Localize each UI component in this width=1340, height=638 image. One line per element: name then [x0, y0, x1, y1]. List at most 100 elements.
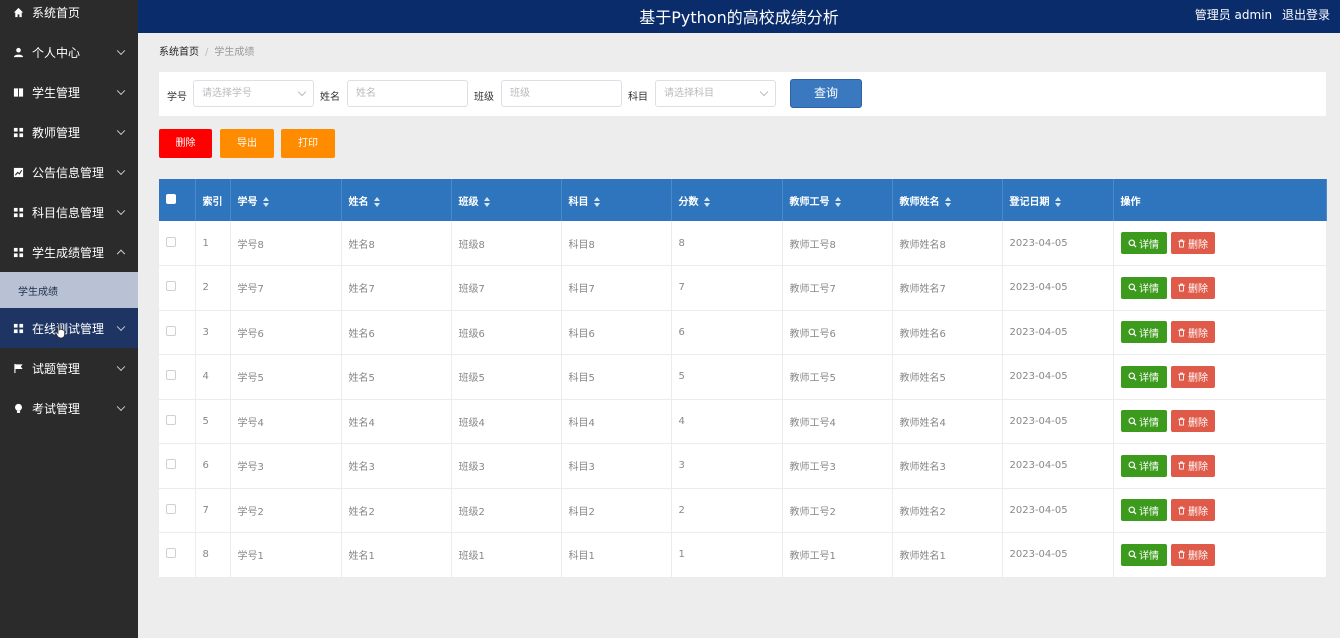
column-header[interactable]: 姓名	[341, 179, 452, 221]
grid-icon	[12, 322, 24, 334]
breadcrumb-home[interactable]: 系统首页	[159, 47, 199, 58]
column-header[interactable]: 教师姓名	[892, 179, 1003, 221]
table-cell: 2023-04-05	[1002, 399, 1114, 444]
row-select-cell[interactable]	[159, 354, 196, 400]
row-checkbox[interactable]	[166, 414, 176, 425]
delete-label: 删除	[1188, 284, 1208, 296]
logout-link[interactable]: 退出登录	[1282, 8, 1330, 22]
delete-button[interactable]: 删除	[159, 129, 212, 158]
trash-icon	[1178, 239, 1185, 248]
column-header[interactable]: 班级	[451, 179, 562, 221]
table-cell: 班级1	[451, 532, 562, 578]
sort-icon[interactable]	[944, 196, 952, 207]
table-cell: 教师姓名1	[892, 532, 1003, 578]
row-select-cell[interactable]	[159, 488, 196, 533]
delete-label: 删除	[1188, 328, 1208, 340]
table-row: 6 学号3 姓名3 班级3 科目3 3 教师工号3 教师姓名3 2023-04-05 详情 删除	[159, 443, 1327, 489]
query-button[interactable]: 查询	[790, 79, 862, 108]
row-select-cell[interactable]	[159, 399, 196, 444]
sort-icon[interactable]	[373, 196, 381, 207]
menu-item-questions[interactable]: 试题管理	[0, 348, 138, 388]
table-cell: 科目5	[561, 354, 672, 400]
row-checkbox[interactable]	[166, 370, 176, 381]
sort-icon[interactable]	[593, 196, 601, 207]
select-all-cell[interactable]	[159, 179, 196, 221]
sort-icon[interactable]	[834, 196, 842, 207]
student-id-select[interactable]: 请选择学号	[193, 80, 314, 107]
name-input[interactable]: 姓名	[347, 80, 468, 107]
user-name: 管理员 admin	[1194, 8, 1273, 22]
table-cell: 教师工号6	[782, 310, 893, 355]
row-select-cell[interactable]	[159, 310, 196, 355]
search-icon	[1128, 417, 1137, 426]
row-delete-button[interactable]: 删除	[1170, 232, 1215, 254]
menu-item-home[interactable]: 系统首页	[0, 0, 138, 24]
row-delete-button[interactable]: 删除	[1170, 454, 1215, 477]
row-select-cell[interactable]	[159, 221, 196, 266]
row-checkbox[interactable]	[166, 236, 176, 247]
row-delete-button[interactable]: 删除	[1170, 321, 1215, 344]
detail-button[interactable]: 详情	[1120, 365, 1167, 388]
sort-icon[interactable]	[262, 196, 270, 207]
trash-icon	[1178, 372, 1185, 381]
detail-button[interactable]: 详情	[1120, 454, 1167, 477]
breadcrumb-separator: /	[205, 47, 209, 58]
menu-item-online-test[interactable]: 在线测试管理	[0, 308, 138, 348]
submenu-item-grades[interactable]: 学生成绩	[0, 272, 138, 308]
detail-button[interactable]: 详情	[1120, 499, 1167, 522]
row-actions-cell: 详情 删除	[1113, 310, 1327, 355]
row-select-cell[interactable]	[159, 443, 196, 489]
menu-item-profile[interactable]: 个人中心	[0, 32, 138, 72]
row-checkbox[interactable]	[166, 503, 176, 514]
detail-button[interactable]: 详情	[1120, 543, 1167, 566]
export-button[interactable]: 导出	[220, 129, 274, 158]
column-header[interactable]: 教师工号	[782, 179, 893, 221]
column-header[interactable]: 科目	[561, 179, 672, 221]
row-checkbox[interactable]	[166, 548, 176, 559]
sort-icon[interactable]	[483, 196, 491, 207]
class-input[interactable]: 班级	[501, 80, 622, 107]
row-delete-button[interactable]: 删除	[1170, 410, 1215, 433]
row-checkbox[interactable]	[166, 325, 176, 336]
row-delete-button[interactable]: 删除	[1170, 276, 1215, 299]
table-cell: 学号2	[230, 488, 342, 533]
menu-item-subjects[interactable]: 科目信息管理	[0, 192, 138, 232]
detail-button[interactable]: 详情	[1120, 276, 1167, 299]
row-actions-cell: 详情 删除	[1113, 354, 1327, 400]
row-checkbox[interactable]	[166, 281, 176, 292]
table-cell: 8	[195, 532, 231, 578]
detail-button[interactable]: 详情	[1120, 410, 1167, 433]
table-cell: 姓名1	[341, 532, 452, 578]
row-select-cell[interactable]	[159, 265, 196, 311]
column-header[interactable]: 学号	[230, 179, 342, 221]
column-header[interactable]: 分数	[671, 179, 783, 221]
row-delete-button[interactable]: 删除	[1170, 365, 1215, 388]
menu-item-students[interactable]: 学生管理	[0, 72, 138, 112]
subject-select[interactable]: 请选择科目	[655, 80, 776, 107]
table-cell: 教师工号7	[782, 265, 893, 311]
menu-item-notices[interactable]: 公告信息管理	[0, 152, 138, 192]
detail-label: 详情	[1139, 239, 1159, 251]
table-cell: 学号6	[230, 310, 342, 355]
page-title: 基于Python的高校成绩分析	[639, 8, 839, 27]
row-select-cell[interactable]	[159, 532, 196, 578]
row-delete-button[interactable]: 删除	[1170, 499, 1215, 522]
select-all-checkbox[interactable]	[166, 193, 176, 204]
sort-icon[interactable]	[1054, 196, 1062, 207]
table-cell: 班级7	[451, 265, 562, 311]
menu-item-grades[interactable]: 学生成绩管理	[0, 232, 138, 272]
menu-item-exams[interactable]: 考试管理	[0, 388, 138, 428]
detail-label: 详情	[1139, 417, 1159, 429]
menu-item-teachers[interactable]: 教师管理	[0, 112, 138, 152]
row-actions-cell: 详情 删除	[1113, 399, 1327, 444]
print-button[interactable]: 打印	[281, 129, 335, 158]
row-checkbox[interactable]	[166, 459, 176, 470]
menu-label: 学生管理	[32, 85, 81, 100]
detail-button[interactable]: 详情	[1120, 321, 1167, 344]
row-delete-button[interactable]: 删除	[1170, 543, 1215, 566]
table-cell: 学号4	[230, 399, 342, 444]
detail-button[interactable]: 详情	[1120, 232, 1167, 254]
column-header[interactable]: 登记日期	[1002, 179, 1114, 221]
sort-icon[interactable]	[703, 196, 711, 207]
user-area: 管理员 admin 退出登录	[1189, 6, 1330, 23]
